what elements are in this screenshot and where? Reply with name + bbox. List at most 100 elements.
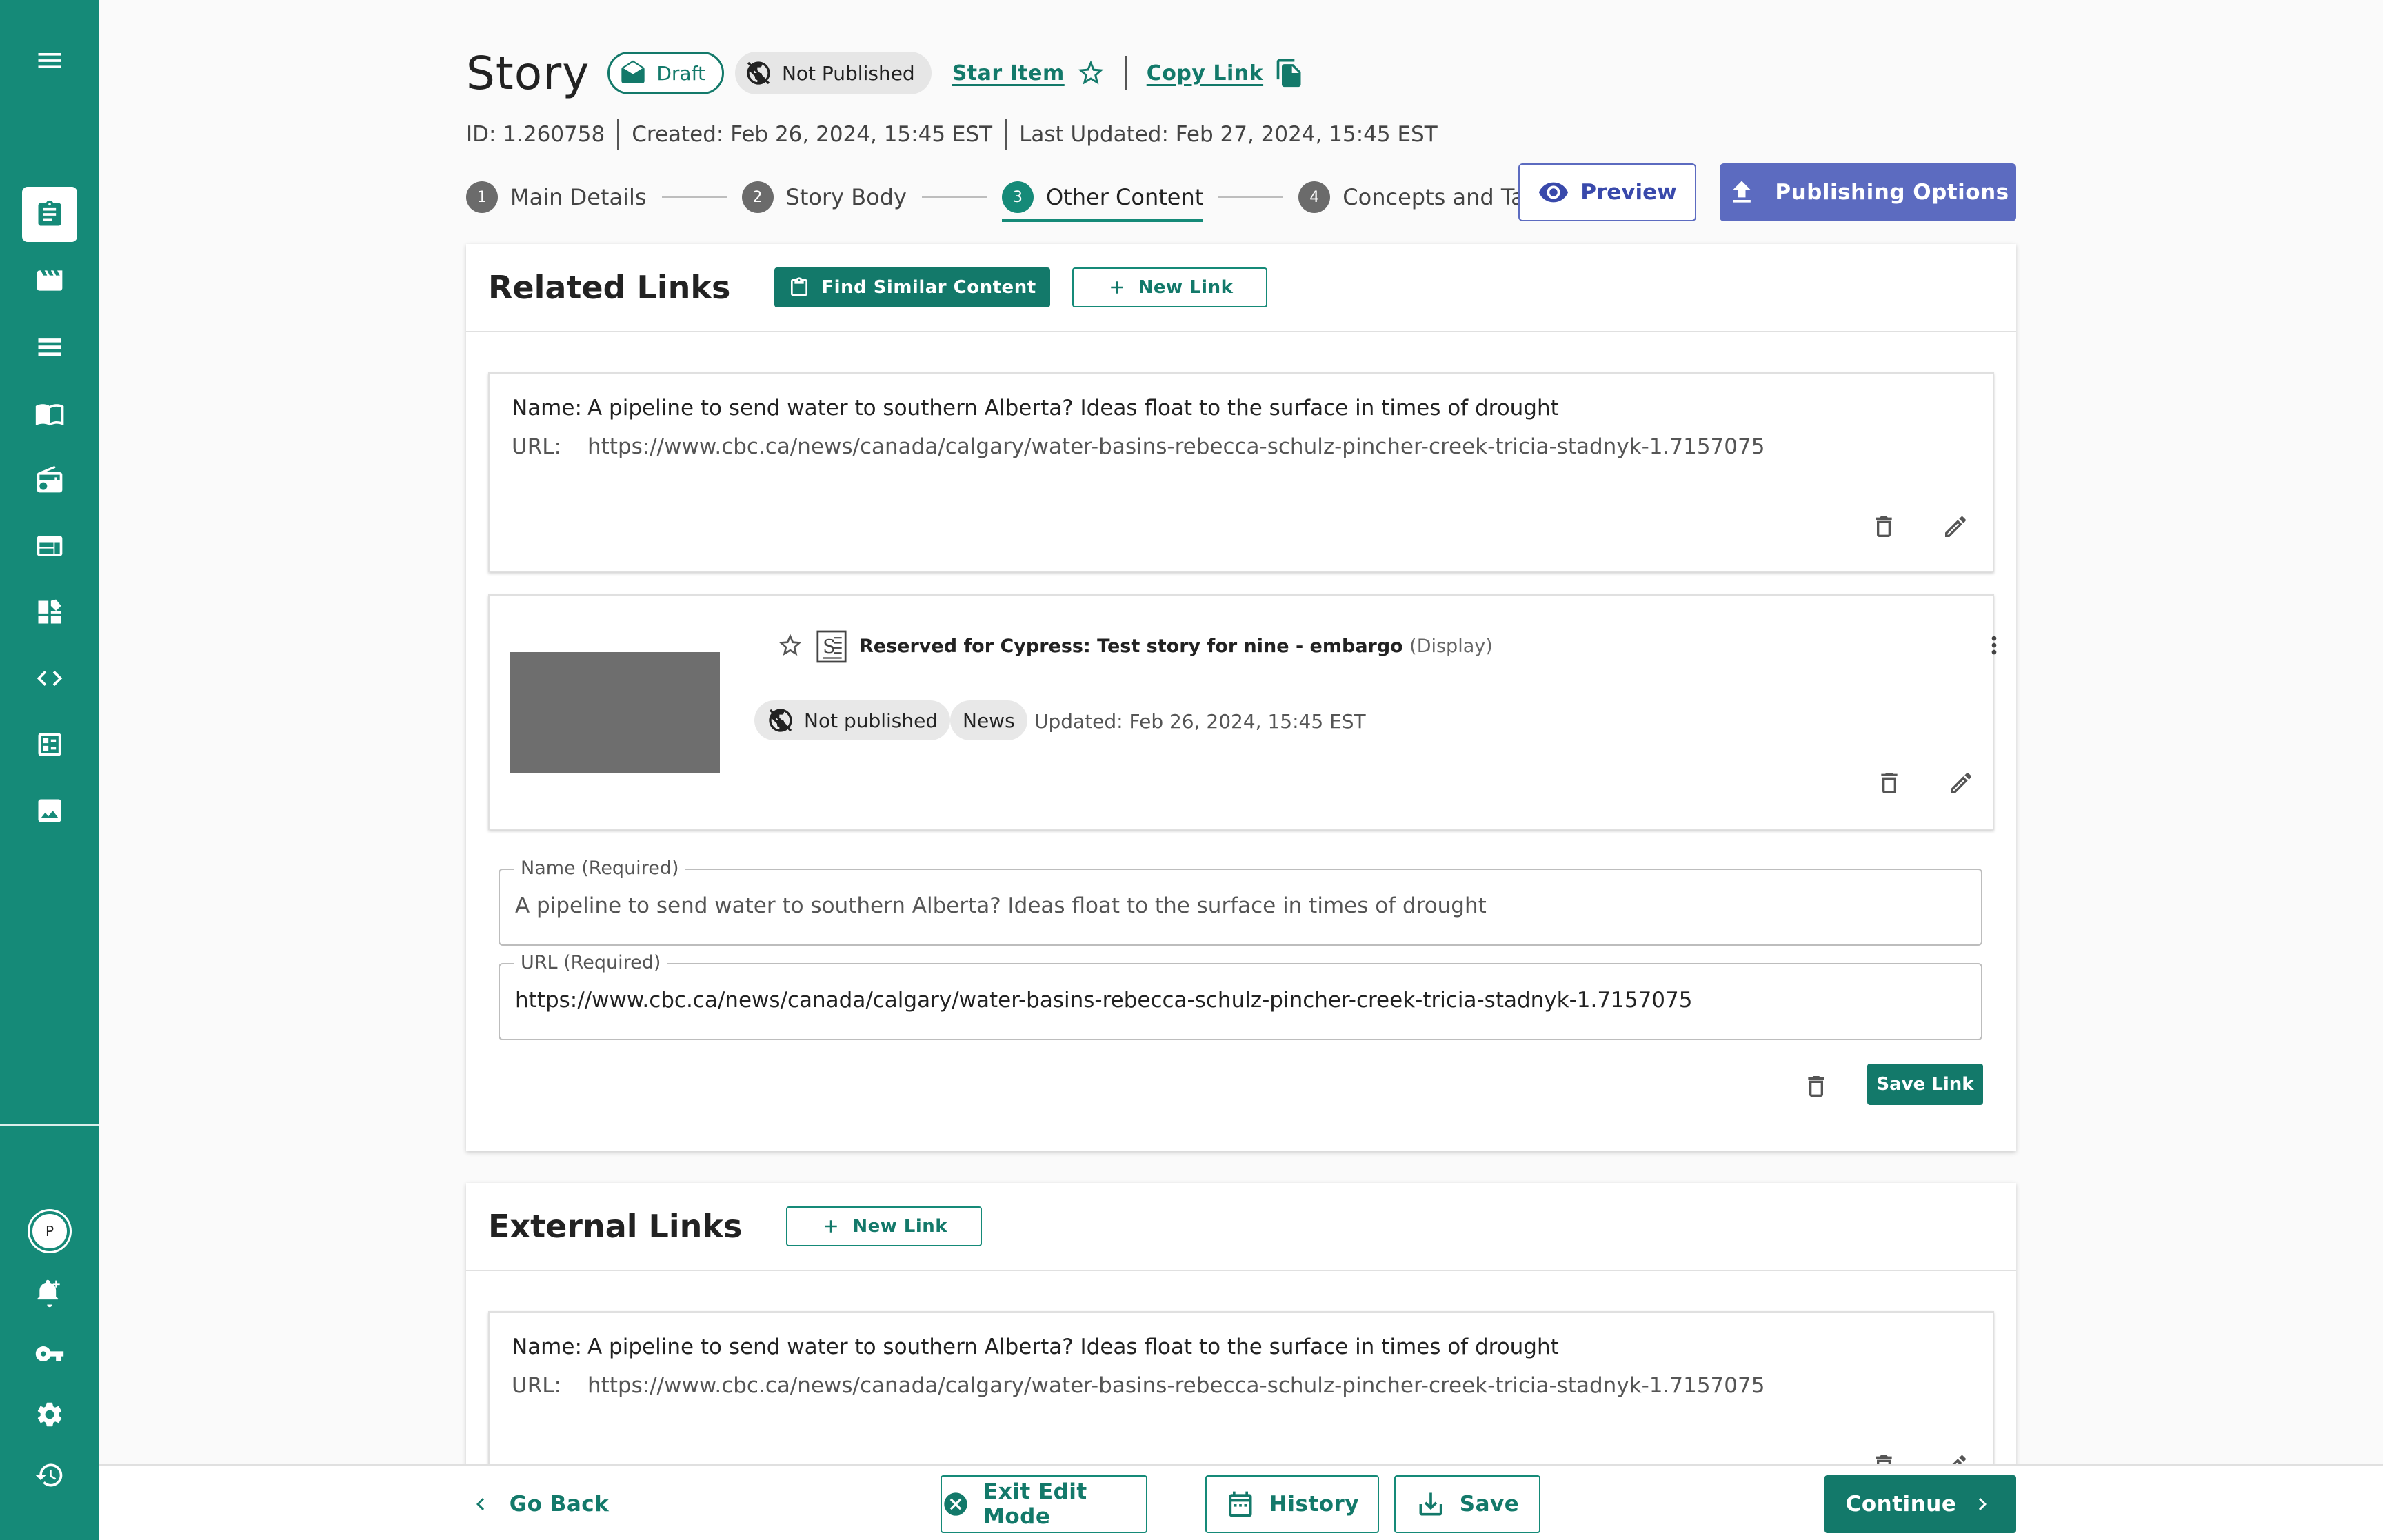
name-field: Name (Required) <box>499 858 1982 946</box>
url-field: URL (Required) <box>499 952 1982 1040</box>
list-icon[interactable] <box>22 320 77 375</box>
link-url-key: URL: <box>512 1373 561 1398</box>
external-links-title: External Links <box>488 1208 743 1245</box>
code-icon[interactable] <box>22 651 77 706</box>
layout-icon[interactable] <box>22 518 77 574</box>
content-item-title-row[interactable]: Reserved for Cypress: Test story for nin… <box>859 636 1493 657</box>
step-label: Story Body <box>785 184 907 210</box>
link-name-key: Name: <box>512 396 582 421</box>
copy-icon <box>1276 59 1301 88</box>
step-main-details[interactable]: 1 Main Details <box>466 172 647 222</box>
external-links-header: External Links New Link <box>466 1183 2016 1271</box>
delete-icon[interactable] <box>1862 505 1906 549</box>
delete-icon[interactable] <box>1794 1064 1838 1108</box>
clipboard-icon <box>791 277 808 296</box>
related-links-panel: Related Links Find Similar Content New L… <box>466 244 2016 1151</box>
related-link-card: Name: A pipeline to send water to souther… <box>488 372 1994 572</box>
content-item-type: (Display) <box>1409 636 1493 657</box>
story-icon[interactable] <box>22 187 77 242</box>
step-number: 2 <box>741 181 774 213</box>
not-published-badge: Not Published <box>734 52 932 94</box>
new-link-button[interactable]: New Link <box>1072 267 1268 307</box>
star-outline-icon[interactable] <box>768 623 812 667</box>
radio-icon[interactable] <box>22 452 77 507</box>
copy-link-label: Copy Link <box>1146 61 1264 85</box>
link-url-row: URL: https://www.cbc.ca/news/canada/calga… <box>512 434 1764 459</box>
more-vert-icon[interactable] <box>1972 623 2016 667</box>
gear-icon[interactable] <box>22 1387 77 1442</box>
link-url: https://www.cbc.ca/news/canada/calgary/w… <box>587 434 1765 459</box>
drafts-icon <box>621 60 645 83</box>
history-button[interactable]: History <box>1205 1475 1379 1533</box>
draft-badge: Draft <box>607 52 724 94</box>
chevron-left-icon <box>476 1498 484 1510</box>
exit-edit-mode-button[interactable]: Exit Edit Mode <box>941 1475 1147 1533</box>
step-connector <box>661 196 727 198</box>
menu-icon[interactable] <box>22 33 77 88</box>
dashboard-icon[interactable] <box>22 585 77 640</box>
save-link-button[interactable]: Save Link <box>1867 1064 1983 1105</box>
eye-icon <box>1539 182 1569 203</box>
new-link-label: New Link <box>1138 277 1234 298</box>
unpublished-icon <box>747 61 770 85</box>
avatar: P <box>30 1211 70 1251</box>
edit-icon[interactable] <box>1939 761 1983 805</box>
star-item-button[interactable]: Star Item <box>952 58 1106 88</box>
notification-add-icon[interactable] <box>22 1266 77 1321</box>
related-links-header: Related Links Find Similar Content New L… <box>466 244 2016 332</box>
content-item-updated: Updated: Feb 26, 2024, 15:45 EST <box>1034 710 1366 733</box>
status-badge: Not published <box>754 700 951 740</box>
save-button[interactable]: Save <box>1394 1475 1540 1533</box>
find-similar-content-label: Find Similar Content <box>821 277 1036 298</box>
draft-label: Draft <box>656 61 705 85</box>
preview-button[interactable]: Preview <box>1518 163 1696 221</box>
calendar-icon <box>1229 1491 1252 1517</box>
name-input[interactable] <box>515 893 1963 918</box>
svg-text:S: S <box>823 636 836 658</box>
link-url-row: URL: https://www.cbc.ca/news/canada/calga… <box>512 1373 1764 1398</box>
step-number: 3 <box>1001 181 1034 213</box>
url-input[interactable] <box>515 988 1963 1013</box>
go-back-button[interactable]: Go Back <box>466 1475 611 1533</box>
new-link-button[interactable]: New Link <box>786 1206 983 1246</box>
checklist-icon[interactable] <box>22 717 77 772</box>
history-icon[interactable] <box>22 1448 77 1503</box>
name-field-label: Name (Required) <box>514 858 686 880</box>
video-icon[interactable] <box>22 253 77 308</box>
story-type-icon: S <box>816 630 847 663</box>
image-icon[interactable] <box>22 783 77 838</box>
step-number: 1 <box>466 181 498 213</box>
find-similar-content-button[interactable]: Find Similar Content <box>774 267 1050 307</box>
star-item-label: Star Item <box>952 61 1065 85</box>
step-story-body[interactable]: 2 Story Body <box>741 172 907 222</box>
key-icon[interactable] <box>22 1326 77 1381</box>
copy-link-button[interactable]: Copy Link <box>1147 58 1305 88</box>
plus-icon <box>825 1220 838 1233</box>
book-icon[interactable] <box>22 386 77 441</box>
edit-icon[interactable] <box>1933 505 1978 549</box>
divider <box>617 119 620 150</box>
step-label: Main Details <box>510 184 647 210</box>
download-icon <box>1419 1492 1442 1516</box>
continue-button[interactable]: Continue <box>1824 1475 2016 1533</box>
link-name-key: Name: <box>512 1335 582 1359</box>
thumbnail-image <box>510 652 720 773</box>
star-outline-icon <box>1078 60 1104 85</box>
unpublished-icon <box>769 709 792 732</box>
go-back-label: Go Back <box>509 1492 610 1517</box>
publishing-options-button[interactable]: Publishing Options <box>1720 163 2016 221</box>
plus-icon <box>1110 281 1123 294</box>
step-concepts-and-tags[interactable]: 4 Concepts and Tags <box>1298 172 1550 222</box>
url-field-label: URL (Required) <box>514 952 668 974</box>
footer-bar: Go Back Exit Edit Mode History Save Cont… <box>99 1464 2383 1540</box>
title-row: Story Draft Not Published Star Item Copy… <box>466 44 1305 102</box>
step-other-content[interactable]: 3 Other Content <box>1001 172 1204 222</box>
step-connector <box>1218 196 1284 198</box>
profile-avatar[interactable]: P <box>22 1204 77 1259</box>
preview-label: Preview <box>1580 180 1677 205</box>
delete-icon[interactable] <box>1867 761 1911 805</box>
step-connector <box>921 196 987 198</box>
story-id: ID: 1.260758 <box>466 122 605 147</box>
status-label: Not published <box>804 709 938 732</box>
content-item-title: Reserved for Cypress: Test story for nin… <box>859 636 1403 657</box>
